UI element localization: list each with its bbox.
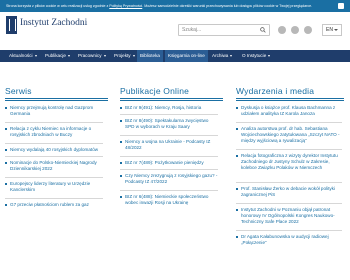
chevron-down-icon: [67, 54, 70, 57]
site-header: Instytut Zachodni Szukaj... EN: [0, 12, 350, 50]
nav-label: Publikacje: [45, 53, 66, 58]
nav-label: Pracownicy: [78, 53, 102, 58]
events-list: Dyskusja o książce prof. Klausa Bachmann…: [236, 105, 342, 248]
column-title: Wydarzenia i media: [236, 86, 315, 96]
language-value: EN: [326, 27, 333, 33]
logo-icon[interactable]: [6, 16, 17, 34]
youtube-icon[interactable]: [304, 26, 312, 34]
column-publikacje: Publikacje Online BIZ nr 9(491): Niemcy,…: [120, 86, 223, 205]
nav-item-o-instytucie[interactable]: O Instytucie: [242, 50, 271, 62]
nav-item-aktualnosci[interactable]: Aktualności: [9, 50, 37, 62]
list-item[interactable]: Nominacje do Polsko-Niemieckiej Nagrody …: [5, 160, 103, 178]
search-placeholder: Szukaj...: [182, 27, 202, 33]
column-divider: [5, 100, 108, 101]
twitter-icon[interactable]: [291, 26, 299, 34]
cookie-close-button[interactable]: [338, 3, 344, 9]
list-item[interactable]: Europejscy liderzy literatury w Urzędzie…: [5, 181, 103, 199]
nav-label: O Instytucie: [242, 53, 267, 58]
nav-item-publikacje[interactable]: Publikacje: [45, 50, 70, 62]
nav-label: Aktualności: [9, 53, 33, 58]
column-divider: [236, 98, 344, 99]
cookie-text-after: . Możesz samodzielnie określić warunki p…: [142, 4, 313, 8]
list-item[interactable]: Dyskusja o książce prof. Klausa Bachmann…: [236, 105, 342, 123]
list-item[interactable]: Instytut Zachodni w Poznaniu objął patro…: [236, 207, 342, 231]
list-item[interactable]: Relacja z cyklu Niemiec na informacje o …: [5, 126, 103, 144]
facebook-icon[interactable]: [278, 26, 286, 34]
nav-label: Księgarnia on-line: [168, 53, 205, 58]
column-title: Serwis: [5, 86, 32, 96]
column-wydarzenia: Wydarzenia i media Dyskusja o książce pr…: [236, 86, 344, 245]
nav-item-ksiegarnia[interactable]: Księgarnia on-line: [165, 50, 208, 62]
list-item[interactable]: Analiza autorstwa prof. dr hab. Sebastia…: [236, 126, 342, 150]
list-item[interactable]: BIZ nr 7(489): Pożytkowanie pieniędzy: [120, 160, 218, 170]
cookie-text-before: Strona korzysta z plików cookie w celu r…: [6, 4, 110, 8]
chevron-down-icon: [103, 54, 106, 57]
list-item[interactable]: BIZ nr 9(491): Niemcy, Rosja, historia: [120, 105, 218, 115]
column-divider: [120, 98, 223, 99]
language-select[interactable]: EN: [322, 24, 342, 36]
nav-item-pracownicy[interactable]: Pracownicy: [78, 50, 106, 62]
column-divider: [5, 98, 108, 99]
site-title[interactable]: Instytut Zachodni: [20, 18, 87, 28]
list-item[interactable]: Relacja fotograficzna z wizyty dyrektor …: [236, 153, 342, 183]
chevron-down-icon: [268, 54, 271, 57]
list-item[interactable]: Niemcy a wojna na Ukrainie - Podcasty IZ…: [120, 139, 218, 157]
search-icon[interactable]: [260, 27, 266, 33]
nav-item-biblioteka[interactable]: Biblioteka: [137, 50, 163, 62]
chevron-down-icon: [230, 54, 233, 57]
nav-label: Projekty: [114, 53, 131, 58]
list-item[interactable]: Niemcy przejmują kontrolę nad Gazprom Ge…: [5, 105, 103, 123]
list-item[interactable]: Dr Agata Kałabunowska w audycji radiowej…: [236, 234, 342, 248]
publications-list: BIZ nr 9(491): Niemcy, Rosja, historia B…: [120, 105, 218, 212]
column-title: Publikacje Online: [120, 86, 190, 96]
nav-label: Biblioteka: [140, 53, 160, 58]
column-serwis: Serwis Niemcy przejmują kontrolę nad Gaz…: [5, 86, 108, 207]
chevron-down-icon: [334, 29, 338, 31]
chevron-down-icon: [34, 54, 37, 57]
main-nav: Aktualności Publikacje Pracownicy Projek…: [0, 50, 350, 62]
column-divider: [236, 100, 344, 101]
list-item[interactable]: BIZ nr 8(490): Spektakularna zwycięstwo …: [120, 118, 218, 136]
chevron-down-icon: [132, 54, 135, 57]
news-list: Niemcy przejmują kontrolę nad Gazprom Ge…: [5, 105, 103, 212]
cookie-banner: Strona korzysta z plików cookie w celu r…: [0, 0, 350, 12]
nav-item-projekty[interactable]: Projekty: [114, 50, 135, 62]
list-item[interactable]: Prof. Stanisław Żerko w debacie wokół po…: [236, 186, 342, 204]
search-input[interactable]: Szukaj...: [178, 24, 270, 36]
column-divider: [120, 100, 223, 101]
nav-item-archiwa[interactable]: Archiwa: [212, 50, 233, 62]
list-item[interactable]: G7 przeciw płatnościom rublem za gaz: [5, 202, 103, 212]
nav-label: Archiwa: [212, 53, 229, 58]
privacy-policy-link[interactable]: Polityką Prywatności: [109, 4, 142, 8]
list-item[interactable]: Niemcy wydalają 40 rosyjskich dyplomatów: [5, 147, 103, 157]
list-item[interactable]: BIZ nr 6(488): Niemieckie społeczeństwo …: [120, 194, 218, 212]
list-item[interactable]: Czy Niemcy zrezygnują z rosyjskiego gazu…: [120, 173, 218, 191]
